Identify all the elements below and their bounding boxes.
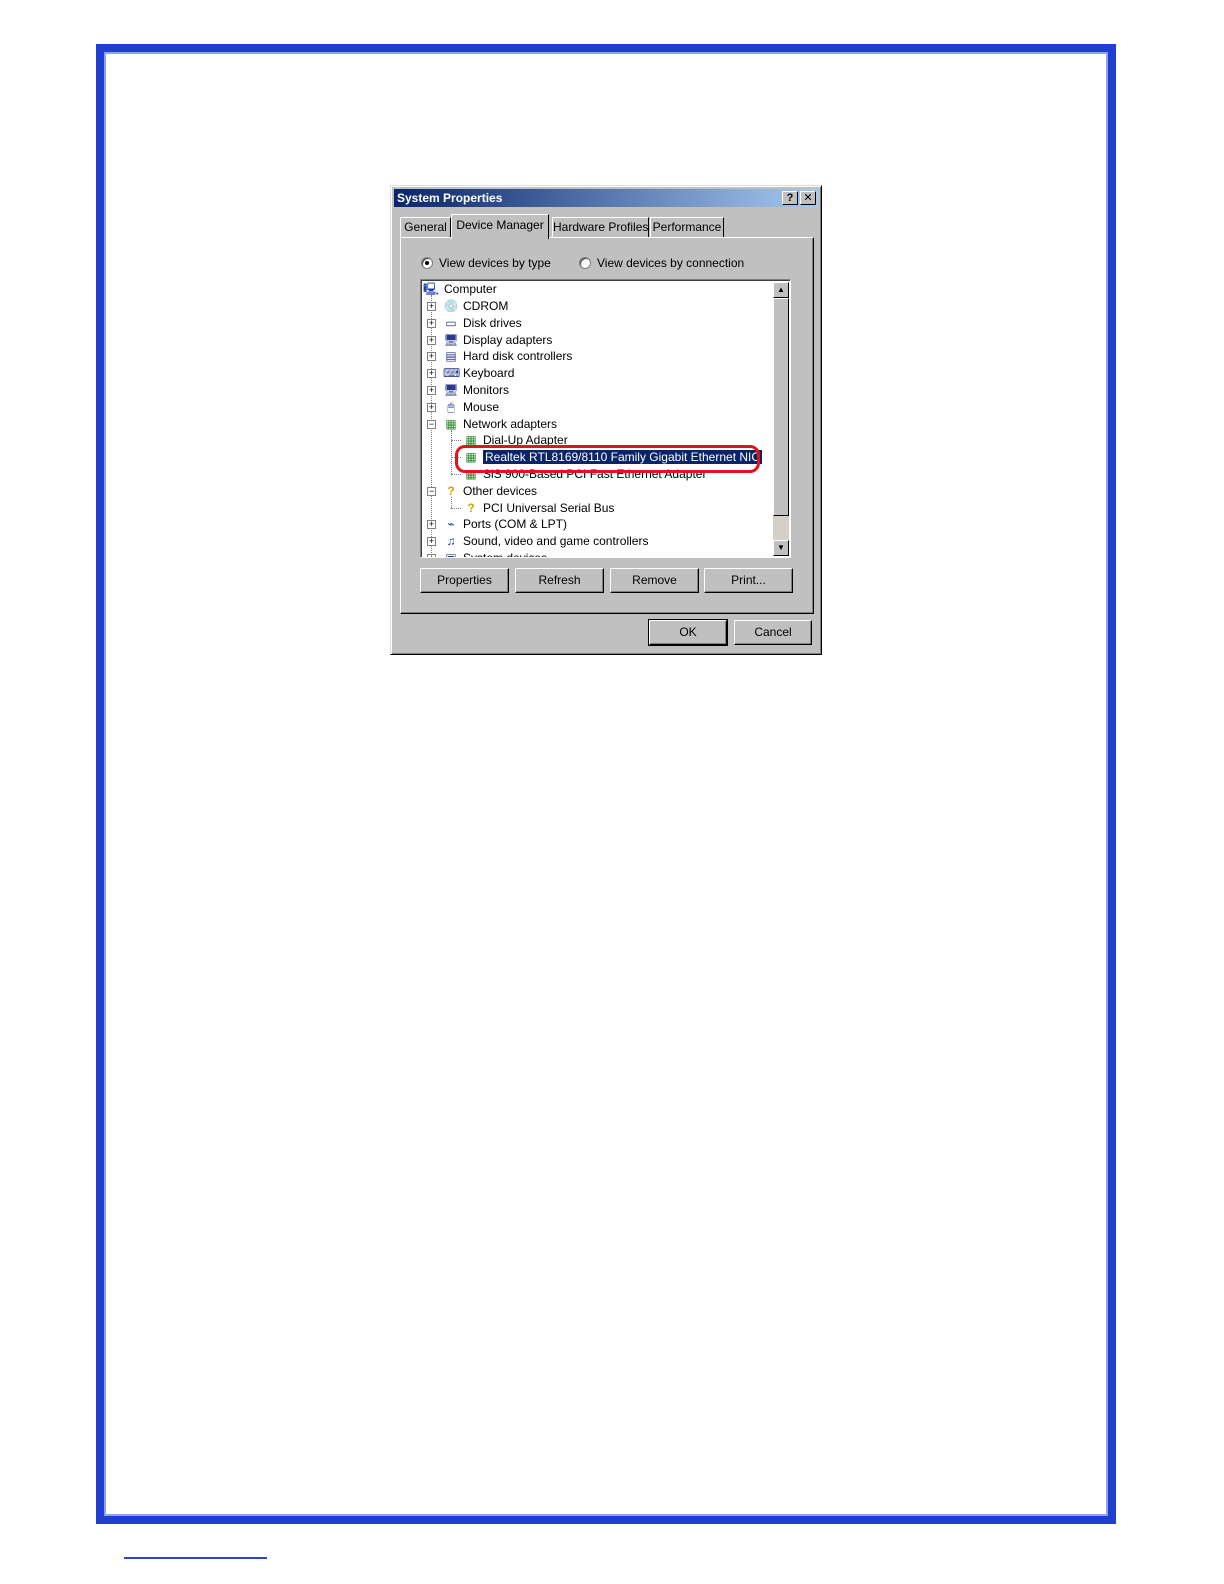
- tree-branch-line: [451, 457, 461, 459]
- question-mark-icon: ?: [467, 500, 475, 515]
- tree-item[interactable]: + 🖥 Monitors: [421, 382, 773, 399]
- mouse-icon: 🖱: [447, 399, 455, 414]
- title-bar[interactable]: System Properties ? ✕: [394, 189, 818, 207]
- tree-item-label: Ports (COM & LPT): [463, 517, 568, 532]
- properties-button[interactable]: Properties: [420, 568, 509, 593]
- selected-device-label: Realtek RTL8169/8110 Family Gigabit Ethe…: [481, 449, 764, 466]
- expand-icon[interactable]: +: [427, 402, 436, 412]
- cdrom-icon: 💿: [443, 299, 459, 313]
- tree-item[interactable]: + 🖥 Display adapters: [421, 332, 773, 349]
- tree-item-label: Dial-Up Adapter: [483, 433, 568, 448]
- tree-child-connector-line: [451, 429, 452, 474]
- disk-drive-icon: ▭: [445, 315, 457, 330]
- expand-icon[interactable]: +: [427, 520, 436, 530]
- tab-device-manager[interactable]: Device Manager: [451, 214, 549, 239]
- tree-item-label: Network adapters: [463, 416, 558, 431]
- tree-branch-line: [451, 507, 461, 509]
- scroll-up-icon[interactable]: ▲: [773, 282, 789, 298]
- port-icon: ⌁: [447, 517, 455, 532]
- network-adapter-icon: ▦: [445, 416, 457, 431]
- expand-icon[interactable]: +: [427, 352, 436, 362]
- view-by-type-radio[interactable]: [421, 257, 433, 269]
- tree-child-item[interactable]: ? PCI Universal Serial Bus: [421, 500, 773, 517]
- cancel-button[interactable]: Cancel: [734, 620, 812, 645]
- expand-icon[interactable]: +: [427, 318, 436, 328]
- tree-item[interactable]: + ♫ Sound, video and game controllers: [421, 533, 773, 550]
- network-card-icon: ▦: [465, 450, 477, 465]
- tree-item-label: Hard disk controllers: [463, 349, 573, 364]
- expand-icon[interactable]: +: [427, 386, 436, 395]
- tree-item[interactable]: + 🖱 Mouse: [421, 399, 773, 416]
- close-icon[interactable]: ✕: [800, 191, 816, 205]
- tree-scrollbar[interactable]: ▲ ▼: [773, 282, 789, 556]
- tree-item-label: SiS 900-Based PCI Fast Ethernet Adapter: [483, 467, 707, 481]
- display-adapter-icon: 🖥: [443, 332, 459, 347]
- print-button[interactable]: Print...: [704, 568, 793, 593]
- monitor-icon: 🖥: [443, 383, 459, 397]
- tree-branch-line: [451, 440, 461, 442]
- refresh-button[interactable]: Refresh: [515, 568, 604, 593]
- remove-button[interactable]: Remove: [610, 568, 699, 593]
- question-mark-icon: ?: [447, 483, 455, 498]
- tree-item-label: CDROM: [463, 299, 509, 313]
- tree-item-label: Computer: [444, 282, 497, 296]
- tree-item-label: System devices: [463, 551, 548, 558]
- tree-child-item[interactable]: ▦ Dial-Up Adapter: [421, 432, 773, 449]
- tree-item[interactable]: + ▤ Hard disk controllers: [421, 348, 773, 365]
- footer-rule: [124, 1557, 267, 1559]
- network-card-icon: ▦: [465, 467, 477, 481]
- expand-icon[interactable]: +: [427, 302, 436, 311]
- tree-item-label: Sound, video and game controllers: [463, 534, 649, 549]
- tree-item[interactable]: + ⌁ Ports (COM & LPT): [421, 516, 773, 533]
- computer-icon: 🖳: [423, 282, 440, 296]
- tab-hardware-profiles[interactable]: Hardware Profiles: [552, 217, 649, 237]
- collapse-icon[interactable]: −: [427, 419, 436, 429]
- tree-item[interactable]: + 💿 CDROM: [421, 298, 773, 315]
- ok-button[interactable]: OK: [648, 619, 728, 646]
- sound-controller-icon: ♫: [446, 534, 456, 549]
- system-device-icon: ▣: [445, 551, 457, 558]
- tree-branch-line: [451, 474, 461, 475]
- tree-child-item[interactable]: ▦ Realtek RTL8169/8110 Family Gigabit Eth…: [421, 449, 773, 466]
- tree-child-item[interactable]: ▦ SiS 900-Based PCI Fast Ethernet Adapter: [421, 466, 773, 483]
- tree-item-label: Display adapters: [463, 332, 553, 347]
- expand-icon[interactable]: +: [427, 537, 436, 547]
- tab-performance[interactable]: Performance: [650, 217, 724, 237]
- view-by-connection-label: View devices by connection: [597, 256, 745, 270]
- collapse-icon[interactable]: −: [427, 486, 436, 496]
- network-card-icon: ▦: [465, 433, 477, 448]
- dialog-title: System Properties: [397, 191, 503, 205]
- expand-icon[interactable]: +: [427, 554, 436, 557]
- hard-disk-controller-icon: ▤: [445, 349, 457, 364]
- expand-icon[interactable]: +: [427, 369, 436, 379]
- tree-item[interactable]: + ▭ Disk drives: [421, 315, 773, 332]
- view-by-type-label: View devices by type: [439, 256, 551, 270]
- help-icon[interactable]: ?: [782, 191, 798, 205]
- tree-item-label: Other devices: [463, 483, 538, 498]
- tree-item-label: Keyboard: [463, 366, 515, 381]
- keyboard-icon: ⌨: [443, 366, 461, 381]
- tree-item-label: PCI Universal Serial Bus: [483, 500, 615, 515]
- tree-item-label: Monitors: [463, 383, 510, 397]
- system-properties-dialog: System Properties ? ✕ General Device Man…: [390, 185, 822, 655]
- tree-item[interactable]: + ⌨ Keyboard: [421, 365, 773, 382]
- tab-general[interactable]: General: [400, 217, 451, 237]
- scroll-down-icon[interactable]: ▼: [773, 540, 789, 556]
- tree-item-label: Mouse: [463, 399, 500, 414]
- device-tree[interactable]: 🖳 Computer + 💿 CDROM + ▭ Disk drives + 🖥 Display…: [420, 279, 791, 558]
- tree-item-label: Disk drives: [463, 315, 522, 330]
- view-by-connection-radio[interactable]: [579, 257, 591, 269]
- tree-child-connector-line: [451, 496, 452, 508]
- tree-item[interactable]: −? Other devices: [421, 483, 773, 500]
- expand-icon[interactable]: +: [427, 335, 436, 345]
- tree-item[interactable]: − ▦ Network adapters: [421, 416, 773, 433]
- scroll-thumb[interactable]: [773, 298, 789, 516]
- tree-item[interactable]: + ▣ System devices: [421, 550, 773, 558]
